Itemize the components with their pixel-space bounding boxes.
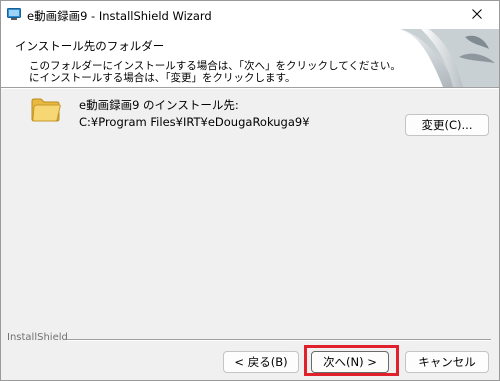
cancel-button[interactable]: キャンセル — [405, 351, 489, 373]
header-artwork — [399, 29, 499, 87]
change-button[interactable]: 変更(C)... — [405, 114, 489, 136]
app-icon — [7, 8, 21, 20]
installshield-brand-label: InstallShield — [7, 332, 68, 343]
window-title: e動画録画9 - InstallShield Wizard — [27, 9, 212, 23]
installshield-wizard-window: e動画録画9 - InstallShield Wizard インストール先のフォ… — [0, 0, 500, 381]
header-banner: インストール先のフォルダー このフォルダーにインストールする場合は、「次へ」をク… — [1, 29, 499, 87]
back-button[interactable]: < 戻る(B) — [223, 351, 299, 373]
folder-icon — [31, 97, 61, 123]
destination-path: C:¥Program Files¥IRT¥eDougaRokuga9¥ — [79, 115, 310, 129]
header-divider-highlight — [1, 88, 499, 89]
footer-divider-highlight — [67, 340, 491, 341]
next-button[interactable]: 次へ(N) > — [311, 351, 389, 373]
description-line-2: にインストールする場合は、「変更」をクリックします。 — [29, 72, 296, 84]
title-bar[interactable]: e動画録画9 - InstallShield Wizard — [1, 1, 499, 29]
destination-label: e動画録画9 のインストール先: — [79, 98, 239, 112]
page-description: このフォルダーにインストールする場合は、「次へ」をクリックしてください。別のフォ… — [29, 60, 414, 84]
close-icon — [472, 8, 482, 22]
page-title: インストール先のフォルダー — [15, 39, 165, 53]
close-button[interactable] — [455, 1, 499, 29]
description-line-1: このフォルダーにインストールする場合は、「次へ」をクリックしてください。別のフォ… — [29, 60, 414, 72]
